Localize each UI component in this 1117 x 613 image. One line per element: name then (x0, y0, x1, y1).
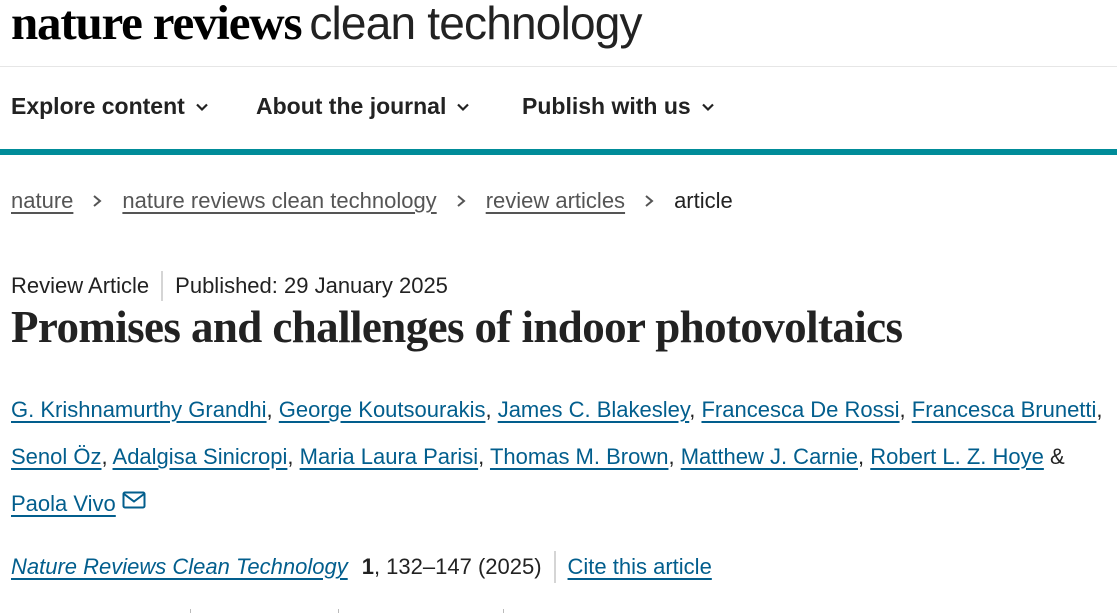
author-separator: , (668, 444, 681, 469)
author-link[interactable]: Thomas M. Brown (490, 444, 669, 469)
cite-this-article-link[interactable]: Cite this article (568, 554, 712, 580)
nav-publish-with-us[interactable]: Publish with us (522, 93, 715, 120)
nav-label: About the journal (256, 93, 447, 119)
author-list: G. Krishnamurthy Grandhi, George Koutsou… (11, 386, 1111, 527)
nav-label: Explore content (11, 93, 185, 119)
site-header: nature reviews clean technology (0, 0, 1117, 67)
author-link[interactable]: George Koutsourakis (279, 397, 486, 422)
volume-number: 1 (361, 554, 374, 579)
author-link[interactable]: Maria Laura Parisi (300, 444, 479, 469)
author-link[interactable]: Matthew J. Carnie (681, 444, 858, 469)
article-meta: Review Article Published: 29 January 202… (11, 271, 448, 301)
citation-divider (553, 551, 556, 583)
chevron-down-icon (196, 103, 208, 111)
author-separator: , (287, 444, 300, 469)
pages-year: , 132–147 (2025) (373, 554, 542, 579)
author-separator: , (478, 444, 490, 469)
author-link[interactable]: Francesca Brunetti (912, 397, 1097, 422)
chevron-right-icon (645, 195, 654, 207)
logo-light-text: clean technology (309, 0, 642, 49)
main-navigation: Explore content About the journal Publis… (0, 67, 1117, 149)
chevron-down-icon (457, 103, 470, 111)
author-link[interactable]: Francesca De Rossi (701, 397, 899, 422)
journal-logo[interactable]: nature reviews clean technology (11, 0, 643, 51)
nav-label: Publish with us (522, 93, 691, 119)
author-link[interactable]: G. Krishnamurthy Grandhi (11, 397, 267, 422)
logo-bold-text: nature reviews (11, 0, 303, 50)
chevron-right-icon (457, 195, 466, 207)
article-title: Promises and challenges of indoor photov… (11, 302, 903, 352)
author-link[interactable]: James C. Blakesley (498, 397, 690, 422)
chevron-right-icon (93, 195, 102, 207)
chevron-down-icon (701, 103, 714, 111)
meta-divider (161, 271, 164, 301)
nav-about-journal[interactable]: About the journal (256, 93, 470, 120)
nav-explore-content[interactable]: Explore content (11, 93, 209, 120)
author-link[interactable]: Robert L. Z. Hoye (870, 444, 1044, 469)
breadcrumb-link-review-articles[interactable]: review articles (486, 188, 625, 214)
author-separator: , (485, 397, 498, 422)
author-link[interactable]: Paola Vivo (11, 491, 116, 516)
author-separator: , (266, 397, 279, 422)
tab-strip-edge (0, 609, 1117, 613)
author-separator: , (101, 444, 113, 469)
article-type: Review Article (11, 273, 150, 298)
published-date: Published: 29 January 2025 (175, 273, 448, 298)
breadcrumb: nature nature reviews clean technology r… (11, 188, 733, 214)
breadcrumb-link-nature[interactable]: nature (11, 188, 73, 214)
mail-icon[interactable] (122, 491, 146, 509)
journal-link[interactable]: Nature Reviews Clean Technology (11, 554, 348, 580)
author-separator: , (858, 444, 871, 469)
nav-accent-bar (0, 149, 1117, 155)
author-link[interactable]: Adalgisa Sinicropi (113, 444, 288, 469)
author-separator: , (1096, 397, 1103, 422)
author-separator: , (689, 397, 702, 422)
author-separator: , (899, 397, 912, 422)
author-separator: & (1043, 444, 1065, 469)
author-link[interactable]: Senol Öz (11, 444, 102, 469)
breadcrumb-link-journal[interactable]: nature reviews clean technology (122, 188, 436, 214)
citation-line: Nature Reviews Clean Technology 1 , 132–… (11, 551, 712, 583)
breadcrumb-current: article (674, 188, 733, 213)
